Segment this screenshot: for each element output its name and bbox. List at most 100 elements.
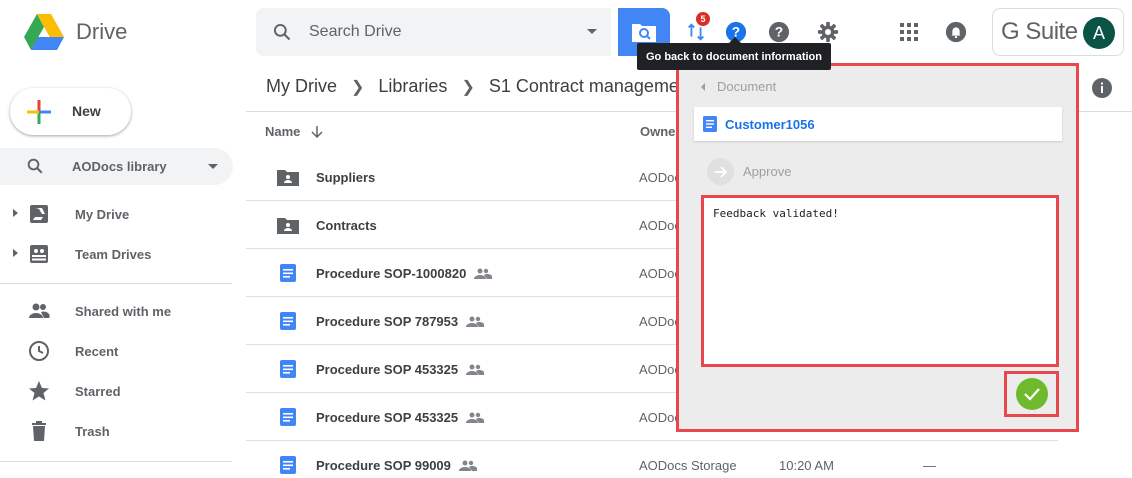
chevron-down-icon <box>208 164 218 169</box>
feedback-textarea[interactable]: Feedback validated! <box>704 198 1056 364</box>
shared-people-icon <box>458 460 477 471</box>
sidebar-item-label: Trash <box>75 424 110 439</box>
back-label: Document <box>717 79 777 94</box>
notifications-button[interactable] <box>944 20 968 44</box>
sidebar-item-team-drives[interactable]: Team Drives <box>0 236 233 272</box>
file-owner: AODoc <box>639 218 681 233</box>
file-size: — <box>923 458 936 473</box>
file-name: Procedure SOP-1000820 <box>316 266 467 281</box>
file-owner: AODoc <box>639 410 681 425</box>
notification-badge: 5 <box>696 12 710 26</box>
sidebar-item-label: My Drive <box>75 207 130 222</box>
shared-people-icon <box>466 316 485 327</box>
file-name: Procedure SOP 787953 <box>316 314 459 329</box>
arrow-down-icon <box>311 125 323 138</box>
shared-people-icon <box>466 412 485 423</box>
document-card[interactable]: Customer1056 <box>694 107 1062 141</box>
sidebar-item-starred[interactable]: Starred <box>0 373 233 409</box>
drive-logo-icon <box>24 14 64 50</box>
sidebar-item-recent[interactable]: Recent <box>0 333 233 369</box>
plus-icon <box>27 100 51 124</box>
breadcrumb-item[interactable]: S1 Contract manageme <box>489 76 679 97</box>
google-doc-icon <box>280 312 296 330</box>
file-owner: AODoc <box>639 362 681 377</box>
table-row[interactable]: Procedure SOP 99009 AODocs Storage 10:20… <box>246 441 1058 478</box>
people-icon <box>29 303 50 318</box>
google-doc-icon <box>703 116 717 132</box>
drive-logo[interactable]: Drive <box>24 14 127 50</box>
shared-folder-icon <box>277 218 299 234</box>
search-icon <box>27 158 43 174</box>
search-bar[interactable]: Search Drive <box>256 8 611 56</box>
trash-icon <box>32 421 46 441</box>
search-input[interactable]: Search Drive <box>309 23 401 41</box>
sidebar-item-shared-with-me[interactable]: Shared with me <box>0 293 233 329</box>
sidebar-item-trash[interactable]: Trash <box>0 413 233 449</box>
sidebar-item-label: Shared with me <box>75 304 172 319</box>
team-drives-icon <box>30 245 48 263</box>
support-button[interactable]: ? <box>767 20 791 44</box>
file-name-cell: Procedure SOP 787953 <box>316 314 485 329</box>
google-doc-icon <box>280 456 296 474</box>
file-owner: AODoc <box>639 266 681 281</box>
column-header-owner[interactable]: Owner <box>640 124 680 139</box>
breadcrumb-item[interactable]: My Drive <box>266 76 337 97</box>
document-name: Customer1056 <box>725 116 815 132</box>
new-button[interactable]: New <box>10 88 131 135</box>
file-name: Contracts <box>316 218 377 233</box>
expand-arrow-icon[interactable] <box>13 209 18 217</box>
file-modified-time: 10:20 AM <box>779 458 834 473</box>
approve-label: Approve <box>743 164 792 179</box>
search-icon <box>273 23 291 41</box>
sidebar-item-label: Starred <box>75 384 121 399</box>
sidebar-item-my-drive[interactable]: My Drive <box>0 196 233 232</box>
google-doc-icon <box>280 408 296 426</box>
settings-button[interactable] <box>816 20 840 44</box>
apps-button[interactable] <box>897 20 921 44</box>
back-to-document-link[interactable]: Document <box>701 79 776 94</box>
confirm-button-highlight <box>1004 371 1059 417</box>
svg-text:?: ? <box>775 25 783 40</box>
file-name: Suppliers <box>316 170 376 185</box>
bell-icon <box>945 21 967 43</box>
sidebar-divider <box>0 283 232 284</box>
chevron-left-icon <box>701 82 705 91</box>
feedback-field-highlight: Feedback validated! <box>701 195 1059 367</box>
shared-people-icon <box>474 268 493 279</box>
breadcrumb-item[interactable]: Libraries <box>378 76 447 97</box>
file-name-cell: Procedure SOP 453325 <box>316 410 485 425</box>
star-icon <box>29 381 49 401</box>
tooltip: Go back to document information <box>637 37 831 70</box>
shared-folder-icon <box>277 170 299 186</box>
library-selector[interactable]: AODocs library <box>0 148 233 185</box>
breadcrumb: My Drive ❯ Libraries ❯ S1 Contract manag… <box>266 76 679 97</box>
arrow-right-icon <box>707 158 734 185</box>
sidebar-item-label: Recent <box>75 344 119 359</box>
avatar[interactable]: A <box>1083 17 1115 49</box>
approve-action[interactable]: Approve <box>707 158 791 185</box>
clock-icon <box>29 341 49 361</box>
file-owner: AODocs Storage <box>639 458 737 473</box>
column-header-name[interactable]: Name <box>265 124 324 139</box>
file-owner: AODoc <box>639 170 681 185</box>
confirm-button[interactable] <box>1015 378 1048 410</box>
gear-icon <box>817 21 839 43</box>
folder-search-icon <box>632 24 656 42</box>
file-name-cell: Procedure SOP-1000820 <box>316 266 493 281</box>
file-name: Procedure SOP 453325 <box>316 362 459 377</box>
file-name: Procedure SOP 453325 <box>316 410 459 425</box>
search-options-chevron-down-icon[interactable] <box>587 29 597 34</box>
chevron-right-icon: ❯ <box>351 78 365 96</box>
sidebar-divider <box>0 461 232 462</box>
shared-people-icon <box>466 364 485 375</box>
column-header-label: Name <box>265 124 301 139</box>
apps-grid-icon <box>900 23 918 41</box>
info-icon[interactable] <box>1092 78 1112 98</box>
google-doc-icon <box>280 360 296 378</box>
file-name-cell: Procedure SOP 453325 <box>316 362 485 377</box>
library-selector-label: AODocs library <box>72 159 167 174</box>
file-owner: AODoc <box>639 314 681 329</box>
gsuite-logo: G Suite <box>1001 18 1078 45</box>
expand-arrow-icon[interactable] <box>13 249 18 257</box>
gsuite-account-area[interactable]: G Suite A <box>992 8 1124 56</box>
